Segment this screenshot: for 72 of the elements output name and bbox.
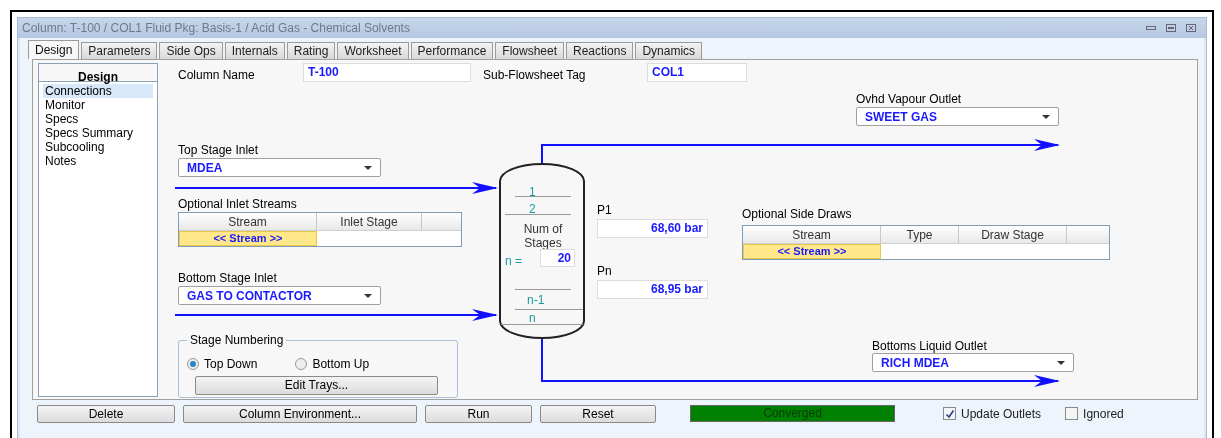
- sidebar-item[interactable]: Specs: [43, 112, 153, 126]
- field-label: Optional Inlet Streams: [178, 196, 297, 213]
- tab[interactable]: Dynamics: [635, 42, 703, 59]
- radio-button[interactable]: [187, 358, 199, 370]
- stage-label: 1: [529, 186, 536, 198]
- field-label: Sub-Flowsheet Tag: [483, 67, 586, 84]
- n-label: n =: [505, 255, 522, 267]
- tab[interactable]: Reactions: [566, 42, 634, 59]
- action-button[interactable]: Column Environment...: [183, 404, 417, 423]
- stage-label: 2: [529, 203, 536, 215]
- caret-icon: [1042, 114, 1050, 119]
- action-button[interactable]: Reset: [540, 404, 656, 423]
- field-label: Optional Side Draws: [742, 206, 852, 223]
- field-label: P1: [597, 202, 612, 219]
- radio-label: Top Down: [204, 356, 258, 373]
- checkbox[interactable]: [1065, 407, 1079, 420]
- field-label: Column Name: [178, 67, 255, 84]
- maximize-icon[interactable]: [1166, 24, 1176, 32]
- stream-cell[interactable]: << Stream >>: [743, 244, 881, 259]
- stream-dropdown[interactable]: RICH MDEA: [872, 353, 1074, 372]
- tab[interactable]: Rating: [286, 42, 336, 59]
- stream-cell[interactable]: << Stream >>: [179, 231, 317, 246]
- sidebar-item[interactable]: Notes: [43, 154, 153, 168]
- column-header: Draw Stage: [959, 226, 1067, 243]
- caret-icon: [1057, 360, 1065, 365]
- stage-count-field[interactable]: 20: [540, 249, 575, 267]
- sidebar-item[interactable]: Subcooling: [43, 140, 153, 154]
- field-label: Top Stage Inlet: [178, 142, 259, 159]
- group-title: Stage Numbering: [187, 332, 287, 348]
- field-label: Bottom Stage Inlet: [178, 270, 277, 287]
- sidebar-item[interactable]: Connections: [43, 84, 153, 98]
- checkbox[interactable]: [943, 407, 956, 420]
- tab[interactable]: Internals: [224, 42, 285, 59]
- tab[interactable]: Performance: [410, 42, 494, 59]
- column-header: Type: [881, 226, 959, 243]
- column-header: Stream: [743, 226, 881, 243]
- sidebar-item[interactable]: Monitor: [43, 98, 153, 112]
- column-name-field[interactable]: T-100: [303, 63, 471, 82]
- stage-label: n: [529, 312, 536, 324]
- tab[interactable]: Flowsheet: [495, 42, 564, 59]
- caret-icon: [364, 293, 372, 298]
- pressure-field[interactable]: 68,60 bar: [597, 219, 708, 238]
- tab[interactable]: Side Ops: [159, 42, 223, 59]
- field-label: Bottoms Liquid Outlet: [872, 338, 987, 355]
- radio-label: Bottom Up: [312, 356, 370, 373]
- caret-icon: [364, 165, 372, 170]
- field-label: Ovhd Vapour Outlet: [856, 91, 962, 108]
- stream-dropdown[interactable]: SWEET GAS: [856, 107, 1059, 126]
- sidebar-title: Design: [78, 70, 118, 84]
- window-title: Column: T-100 / COL1 Fluid Pkg: Basis-1 / Acid Gas - Chemical Solvents: [22, 20, 410, 37]
- tab[interactable]: Worksheet: [337, 42, 409, 59]
- num-stages-label: Num of Stages: [522, 222, 564, 250]
- stream-dropdown[interactable]: GAS TO CONTACTOR: [178, 286, 381, 305]
- action-button[interactable]: Run: [425, 404, 532, 423]
- column-header: Stream: [179, 213, 317, 230]
- tab[interactable]: Design: [28, 40, 80, 59]
- close-icon[interactable]: [1186, 24, 1196, 32]
- action-button[interactable]: Delete: [37, 404, 175, 423]
- checkbox-label: Ignored: [1083, 405, 1124, 423]
- field-label: Pn: [597, 263, 612, 280]
- status-bar: Converged: [690, 405, 895, 422]
- edit-trays-button[interactable]: Edit Trays...: [195, 376, 438, 395]
- tab[interactable]: Parameters: [81, 42, 158, 59]
- sidebar-item[interactable]: Specs Summary: [43, 126, 153, 140]
- radio-button[interactable]: [295, 358, 308, 370]
- column-header: Inlet Stage: [317, 213, 422, 230]
- stream-dropdown[interactable]: MDEA: [178, 158, 381, 177]
- stage-label: n-1: [527, 294, 545, 306]
- pressure-field[interactable]: 68,95 bar: [597, 280, 708, 299]
- subflowsheet-tag-field[interactable]: COL1: [647, 63, 747, 82]
- checkbox-label: Update Outlets: [961, 405, 1042, 423]
- minimize-icon[interactable]: [1146, 24, 1156, 30]
